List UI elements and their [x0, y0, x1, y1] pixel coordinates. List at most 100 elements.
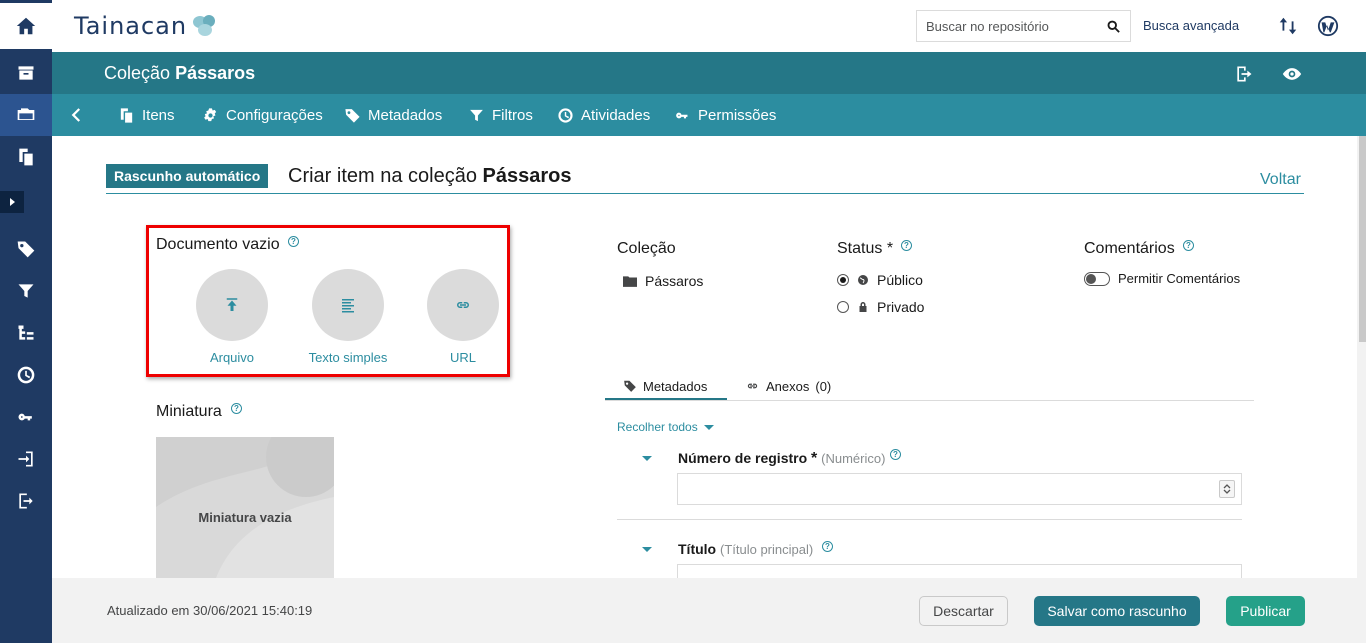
gear-icon: [204, 107, 217, 121]
wordpress-icon[interactable]: [1317, 15, 1339, 37]
thumbnail-placeholder[interactable]: Miniatura vazia: [156, 437, 334, 578]
tab-activities-label: Atividades: [581, 106, 651, 124]
taxonomy-icon[interactable]: [0, 312, 52, 354]
tags-icon: [624, 380, 636, 392]
text-button[interactable]: [312, 269, 384, 341]
page-title-prefix: Criar item na coleção: [288, 165, 477, 187]
title-field-label: Título (Título principal): [678, 541, 813, 557]
tab-attachments-panel[interactable]: Anexos (0): [745, 372, 831, 400]
collection-name: Pássaros: [175, 63, 256, 83]
status-private-option[interactable]: Privado: [837, 299, 924, 315]
comments-switch[interactable]: [1084, 271, 1110, 286]
status-private-radio[interactable]: [837, 301, 849, 313]
search-box[interactable]: [916, 10, 1131, 42]
sidebar-expand-icon[interactable]: [0, 191, 24, 213]
scrollbar-thumb[interactable]: [1359, 136, 1366, 342]
help-icon[interactable]: ?: [1183, 240, 1194, 251]
caret-down-icon[interactable]: [642, 547, 652, 552]
link-icon: [457, 302, 469, 308]
tab-metadata[interactable]: Metadados: [344, 94, 442, 136]
registration-field-label: Número de registro * (Numérico): [678, 450, 885, 468]
comments-toggle[interactable]: Permitir Comentários: [1084, 271, 1240, 286]
collection-value-text: Pássaros: [645, 273, 704, 289]
link-icon: [747, 383, 758, 389]
registration-label-text: Número de registro: [678, 450, 808, 466]
items-icon[interactable]: [0, 136, 52, 178]
upload-icon: [226, 298, 238, 311]
status-public-option[interactable]: Público: [837, 272, 923, 288]
comments-label: Comentários: [1084, 240, 1175, 257]
last-updated: Atualizado em 30/06/2021 15:40:19: [107, 603, 313, 618]
tags-icon[interactable]: [0, 228, 52, 270]
page-title-collection: Pássaros: [482, 165, 572, 187]
registration-number-input[interactable]: [677, 473, 1242, 505]
caret-down-icon[interactable]: [642, 456, 652, 461]
tab-metadata-panel-label: Metadados: [643, 378, 708, 394]
tab-activities[interactable]: Atividades: [557, 94, 650, 136]
filter-icon[interactable]: [0, 270, 52, 312]
document-url-option[interactable]: URL: [413, 269, 513, 365]
document-text-label: Texto simples: [308, 350, 388, 365]
import-icon[interactable]: [0, 438, 52, 480]
chevron-left-icon[interactable]: [68, 106, 86, 124]
document-text-option[interactable]: Texto simples: [298, 269, 398, 365]
left-sidebar: [0, 0, 52, 643]
archive-icon[interactable]: [0, 52, 52, 94]
tab-items-label: Itens: [142, 106, 175, 124]
field-divider: [617, 519, 1242, 520]
help-icon[interactable]: ?: [288, 236, 299, 247]
collection-title: Coleção Pássaros: [104, 63, 255, 84]
key-icon[interactable]: [0, 396, 52, 438]
advanced-search-link[interactable]: Busca avançada: [1143, 18, 1239, 33]
status-public-radio[interactable]: [837, 274, 849, 286]
draft-badge: Rascunho automático: [106, 164, 269, 188]
activity-icon: [558, 107, 573, 123]
logo-text: Tainacan: [74, 12, 188, 40]
collection-subnav: Itens Configurações Metadados Filtros At…: [52, 94, 1366, 136]
status-label-text: Status: [837, 240, 883, 257]
help-icon[interactable]: ?: [231, 403, 242, 414]
sort-arrows-icon[interactable]: [1277, 15, 1299, 37]
discard-button[interactable]: Descartar: [919, 596, 1008, 626]
collection-header: Coleção Pássaros: [52, 52, 1366, 94]
search-input[interactable]: [926, 18, 1096, 34]
tainacan-logo[interactable]: Tainacan: [74, 12, 219, 40]
stepper-arrows-icon: [1223, 484, 1231, 494]
folder-icon: [623, 276, 637, 287]
collapse-all-button[interactable]: Recolher todos: [617, 420, 715, 434]
search-icon[interactable]: [1106, 19, 1121, 34]
tab-filters[interactable]: Filtros: [468, 94, 533, 136]
export-icon[interactable]: [0, 480, 52, 522]
tags-icon: [345, 108, 360, 123]
filter-icon: [470, 109, 483, 121]
title-input[interactable]: [677, 564, 1242, 578]
back-link[interactable]: Voltar: [1260, 171, 1301, 189]
home-icon[interactable]: [0, 3, 52, 49]
collection-label: Coleção: [617, 240, 676, 257]
url-button[interactable]: [427, 269, 499, 341]
publish-button[interactable]: Publicar: [1226, 596, 1305, 626]
tab-permissions[interactable]: Permissões: [674, 94, 776, 136]
exit-icon[interactable]: [1234, 64, 1254, 84]
collections-icon[interactable]: [0, 94, 52, 136]
document-label: Documento vazio: [156, 236, 280, 253]
activity-icon[interactable]: [0, 354, 52, 396]
status-required-mark: *: [886, 240, 894, 257]
save-draft-button[interactable]: Salvar como rascunho: [1034, 596, 1200, 626]
tab-metadata-panel[interactable]: Metadados: [623, 372, 707, 400]
document-file-option[interactable]: Arquivo: [182, 269, 282, 365]
tab-settings[interactable]: Configurações: [202, 94, 323, 136]
item-edition-form: Rascunho automático Criar item na coleçã…: [52, 136, 1357, 578]
eye-icon[interactable]: [1282, 64, 1302, 84]
heading-divider: [106, 193, 1304, 194]
status-public-label: Público: [877, 272, 923, 288]
tabs-divider: [605, 400, 1254, 401]
tab-items[interactable]: Itens: [118, 94, 175, 136]
document-file-label: Arquivo: [209, 350, 255, 365]
number-stepper[interactable]: [1219, 480, 1235, 498]
upload-button[interactable]: [196, 269, 268, 341]
help-icon[interactable]: ?: [822, 541, 833, 552]
help-icon[interactable]: ?: [901, 240, 912, 251]
lock-icon: [859, 302, 867, 312]
help-icon[interactable]: ?: [890, 449, 901, 460]
